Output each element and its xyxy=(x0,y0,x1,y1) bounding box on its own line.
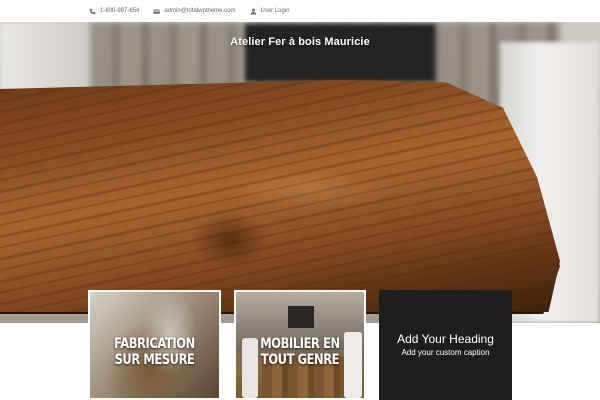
email-text: admin@totalwptheme.com xyxy=(164,8,236,14)
phone-text: 1-800-987-654 xyxy=(100,8,140,14)
hero-wood-table xyxy=(0,80,560,312)
card-caption-line: MOBILIER EN xyxy=(260,336,340,352)
user-login-text: User Login xyxy=(260,8,290,14)
card-heading: Add Your Heading xyxy=(397,332,494,346)
top-bar: 1-800-987-654 admin@totalwptheme.com Use… xyxy=(0,0,600,22)
phone-link[interactable]: 1-800-987-654 xyxy=(89,8,139,15)
card-caption-line: FABRICATION xyxy=(114,336,195,352)
hero-background-fireplace xyxy=(245,24,435,82)
phone-icon xyxy=(89,8,96,15)
feature-card-placeholder[interactable]: Add Your Heading Add your custom caption xyxy=(379,290,512,400)
user-icon xyxy=(250,8,257,15)
envelope-icon xyxy=(153,8,161,15)
card-caption-line: SUR MESURE xyxy=(114,352,195,368)
card-image-fireplace xyxy=(288,306,314,328)
feature-card-custom-fabrication[interactable]: FABRICATION SUR MESURE xyxy=(88,290,221,400)
email-link[interactable]: admin@totalwptheme.com xyxy=(153,8,236,15)
card-subcaption: Add your custom caption xyxy=(401,348,490,357)
card-caption-line: TOUT GENRE xyxy=(260,352,340,368)
user-login-link[interactable]: User Login xyxy=(250,8,290,15)
hero-banner: Atelier Fer à bois Mauricie xyxy=(0,22,600,323)
site-title[interactable]: Atelier Fer à bois Mauricie xyxy=(0,36,600,48)
card-caption: FABRICATION SUR MESURE xyxy=(102,336,208,368)
feature-card-furniture[interactable]: MOBILIER EN TOUT GENRE xyxy=(234,290,366,400)
card-caption: MOBILIER EN TOUT GENRE xyxy=(248,336,353,368)
